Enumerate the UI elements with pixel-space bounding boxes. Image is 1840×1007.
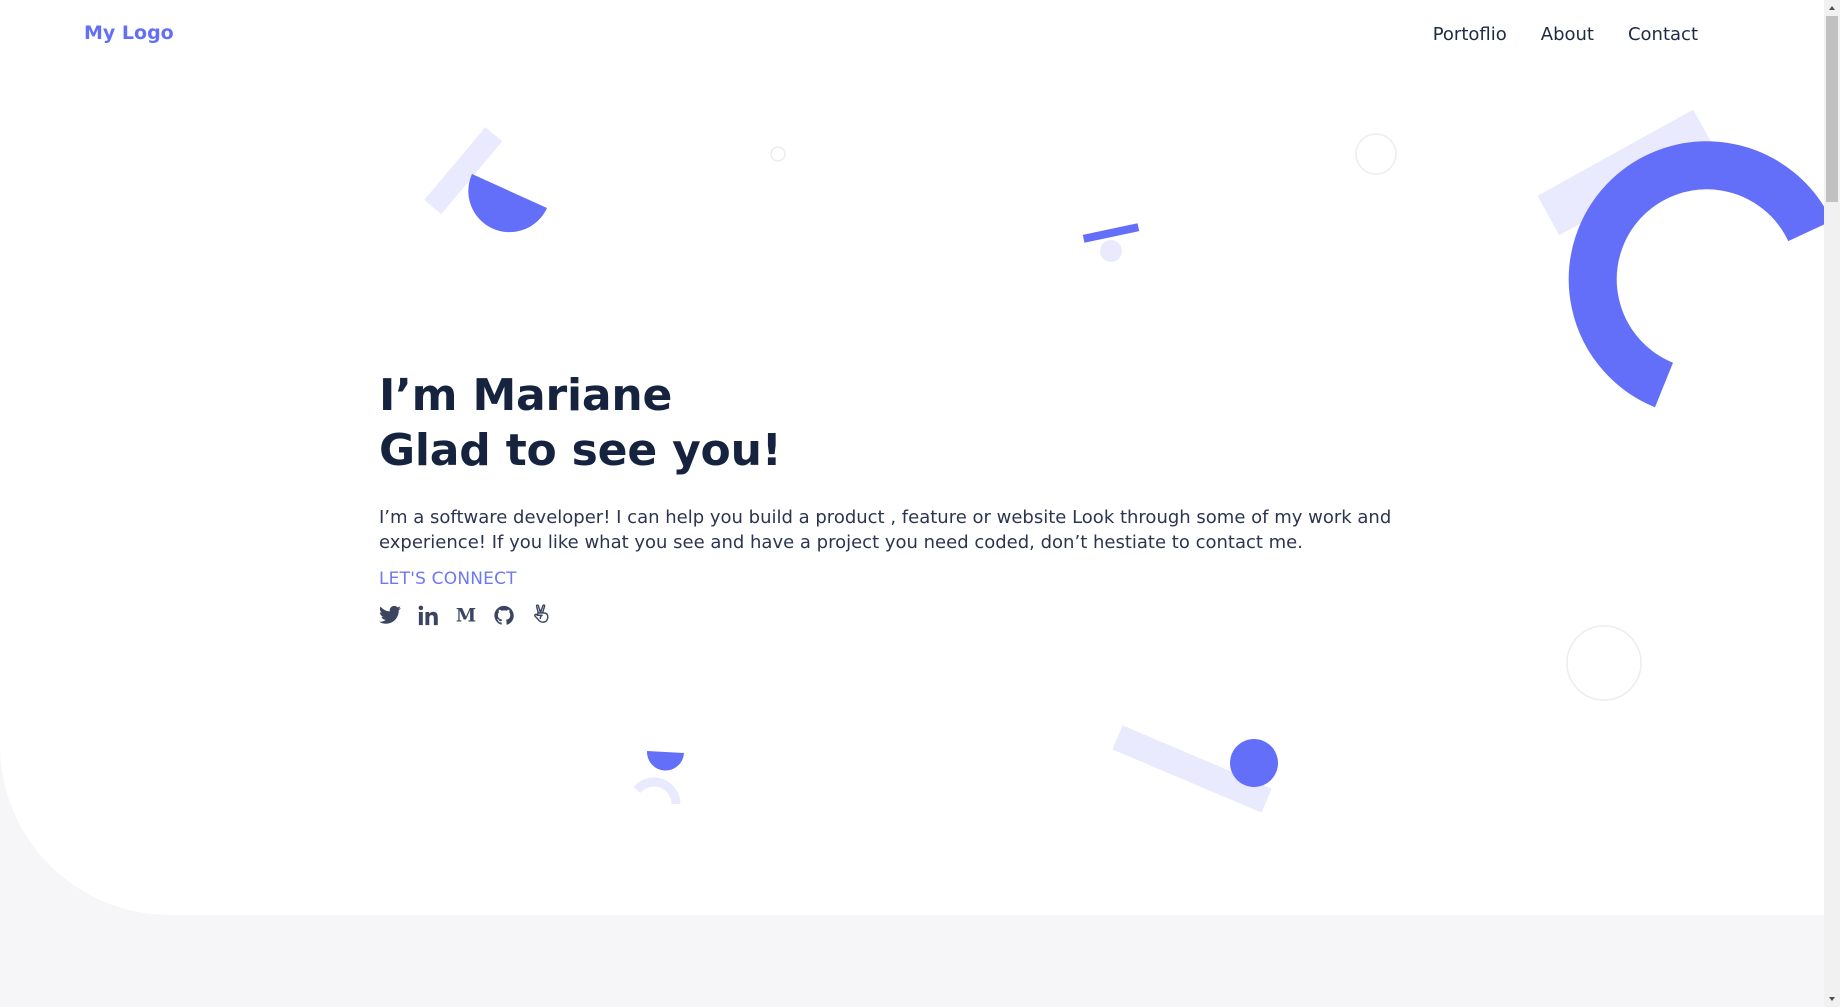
svg-text:M: M	[456, 605, 476, 625]
social-links: M	[379, 603, 1459, 627]
deco-arc	[633, 777, 681, 805]
logo[interactable]: My Logo	[84, 22, 174, 44]
deco-bar	[424, 127, 503, 215]
linkedin-icon[interactable]	[417, 603, 439, 627]
hero-title: I’m Mariane Glad to see you!	[379, 368, 1459, 478]
deco-half-circle	[468, 174, 547, 233]
page: My Logo Portoflio About Contact I’m Mari…	[0, 0, 1840, 1007]
vertical-scrollbar[interactable]	[1824, 0, 1840, 1007]
hero-section: My Logo Portoflio About Contact I’m Mari…	[0, 0, 1824, 915]
main-nav: Portoflio About Contact	[1433, 24, 1698, 45]
hero-title-line-1: I’m Mariane	[379, 370, 673, 421]
scrollbar-thumb[interactable]	[1826, 16, 1838, 202]
scroll-down-arrow-icon[interactable]	[1824, 991, 1840, 1007]
deco-bar	[1537, 109, 1715, 236]
deco-dot	[1230, 739, 1278, 787]
angellist-icon[interactable]	[531, 603, 553, 627]
nav-item-contact[interactable]: Contact	[1628, 24, 1698, 45]
github-icon[interactable]	[493, 603, 515, 627]
nav-item-portfolio[interactable]: Portoflio	[1433, 24, 1507, 45]
hero-content: I’m Mariane Glad to see you! I’m a softw…	[379, 368, 1459, 627]
medium-icon[interactable]: M	[455, 603, 477, 627]
deco-half-circle	[646, 751, 684, 771]
deco-ring-arc	[1568, 141, 1824, 408]
connect-label: LET'S CONNECT	[379, 569, 517, 589]
deco-bar	[1112, 725, 1272, 813]
hero-description: I’m a software developer! I can help you…	[379, 507, 1392, 553]
deco-bar	[1082, 223, 1140, 243]
deco-outline-circle	[770, 146, 786, 162]
twitter-icon[interactable]	[379, 603, 401, 627]
nav-item-about[interactable]: About	[1541, 24, 1594, 45]
scroll-up-arrow-icon[interactable]	[1824, 0, 1840, 16]
hero-title-line-2: Glad to see you!	[379, 425, 782, 476]
deco-outline-circle	[1566, 625, 1642, 701]
deco-outline-circle	[1355, 133, 1397, 175]
deco-dot	[1100, 240, 1122, 262]
